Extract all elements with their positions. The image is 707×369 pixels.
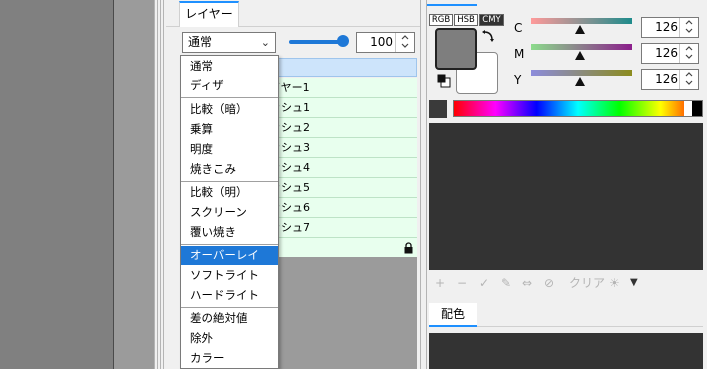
menu-item-dither[interactable]: ディザ [181,76,278,95]
menu-item-color-burn[interactable]: 焼きこみ [181,160,278,179]
menu-item-normal[interactable]: 通常 [181,57,278,76]
spectrum-black-chip[interactable] [692,101,702,116]
sun-icon[interactable]: ☀ [609,275,620,291]
opacity-value[interactable]: 100 [357,33,393,52]
palette-area[interactable] [429,123,703,270]
blend-mode-menu: 通常 ディザ 比較（暗） 乗算 明度 焼きこみ 比較（明） スクリーン 覆い焼き… [180,55,279,369]
tab-color-scheme[interactable]: 配色 [429,303,477,327]
menu-separator [181,307,278,308]
current-color-chip[interactable] [429,100,447,118]
menu-separator [181,181,278,182]
spin-arrows-icon[interactable] [395,33,414,52]
remove-icon[interactable]: − [457,275,467,291]
menu-item-screen[interactable]: スクリーン [181,203,278,222]
channel-label-m: M [514,47,525,61]
check-icon[interactable]: ✓ [479,275,489,291]
spin-arrows-icon[interactable] [679,70,698,89]
opacity-stepper[interactable]: 100 [356,32,415,53]
channel-y-value[interactable]: 126 [642,70,678,89]
mode-rgb-button[interactable]: RGB [429,14,453,26]
menu-item-soft-light[interactable]: ソフトライト [181,266,278,285]
channel-c-value[interactable]: 126 [642,18,678,37]
palette-toolbar: + − ✓ ✎ ⇔ ⊘ クリア ☀ ▼ [429,272,703,294]
channel-label-c: C [514,21,523,35]
main-color-swatch[interactable] [435,28,477,70]
channel-label-y: Y [514,73,522,87]
color-spectrum-bar[interactable] [453,100,703,117]
swap-colors-icon[interactable] [481,30,495,44]
add-icon[interactable]: + [435,275,445,291]
channel-y-stepper[interactable]: 126 [641,69,699,90]
menu-item-multiply[interactable]: 乗算 [181,120,278,139]
menu-item-exclusion[interactable]: 除外 [181,329,278,348]
clear-button[interactable]: クリア [569,275,605,291]
color-scheme-area[interactable] [429,333,703,369]
spectrum-white-chip[interactable] [684,101,692,116]
channel-c-stepper[interactable]: 126 [641,17,699,38]
menu-separator [181,244,278,245]
channel-m-value[interactable]: 126 [642,44,678,63]
channel-c-thumb[interactable] [575,25,585,34]
panel-splitter[interactable] [154,0,158,369]
channel-c-gradient[interactable] [531,18,632,24]
channel-m-stepper[interactable]: 126 [641,43,699,64]
menu-item-darken[interactable]: 比較（暗） [181,100,278,119]
opacity-slider[interactable] [289,35,349,49]
menu-item-overlay[interactable]: オーバーレイ [181,246,278,265]
tab-layers[interactable]: レイヤー [179,1,239,27]
menu-triangle-icon[interactable]: ▼ [630,275,638,291]
lock-icon[interactable] [403,241,414,254]
menu-item-color[interactable]: カラー [181,349,278,368]
swap-horizontal-icon[interactable]: ⇔ [522,275,532,291]
reset-colors-icon[interactable] [437,74,451,88]
menu-item-color-dodge[interactable]: 覆い焼き [181,223,278,242]
channel-y-thumb[interactable] [575,77,585,86]
blend-mode-select[interactable]: 通常 ⌄ [182,32,276,53]
chevron-down-icon: ⌄ [260,36,270,49]
blend-mode-value: 通常 [188,35,213,49]
channel-m-gradient[interactable] [531,44,632,50]
tab-color-stub[interactable] [427,0,477,6]
menu-item-difference[interactable]: 差の絶対値 [181,309,278,328]
panel-splitter[interactable] [420,0,427,369]
canvas-side-strip [114,0,154,369]
menu-item-hard-light[interactable]: ハードライト [181,286,278,305]
opacity-track [289,40,343,44]
opacity-thumb[interactable] [337,35,349,47]
panel-splitter[interactable] [160,0,164,369]
menu-item-lighten[interactable]: 比較（明） [181,183,278,202]
mode-hsb-button[interactable]: HSB [454,14,478,26]
spin-arrows-icon[interactable] [679,18,698,37]
mode-cmy-button[interactable]: CMY [479,14,504,26]
no-entry-icon[interactable]: ⊘ [544,275,554,291]
channel-y-gradient[interactable] [531,70,632,76]
menu-separator [181,97,278,98]
channel-m-thumb[interactable] [575,51,585,60]
spin-arrows-icon[interactable] [679,44,698,63]
menu-item-luminosity[interactable]: 明度 [181,140,278,159]
pen-icon[interactable]: ✎ [501,275,511,291]
